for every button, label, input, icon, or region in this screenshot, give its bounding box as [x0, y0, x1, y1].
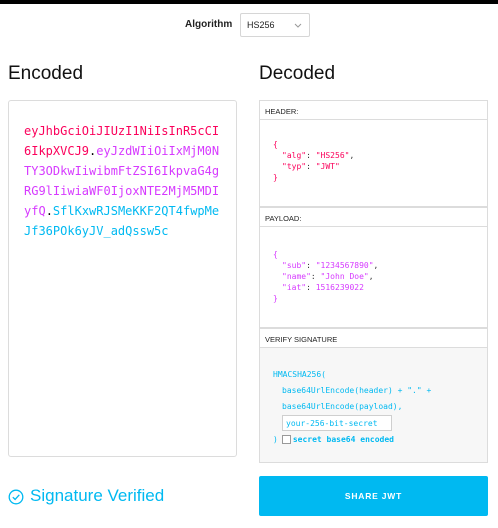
header-json-editor[interactable]: { "alg": "HS256", "typ": "JWT" } [259, 119, 488, 207]
json-value: "JWT" [315, 162, 340, 171]
json-open-brace: { [273, 250, 278, 259]
json-key: "typ" [282, 162, 307, 171]
secret-base64-label[interactable]: secret base64 encoded [293, 435, 394, 444]
verify-line: HMACSHA256( [273, 370, 326, 379]
json-value: 1516239022 [315, 283, 364, 292]
json-value: "John Doe" [320, 272, 369, 281]
json-row-sub: "sub": "1234567890", [282, 261, 379, 270]
json-close-brace: } [273, 173, 278, 182]
verify-section-title: VERIFY SIGNATURE [259, 328, 488, 347]
chevron-down-icon [294, 23, 302, 28]
verify-close-row: ) secret base64 encoded [273, 432, 431, 448]
encoded-token-editor[interactable]: eyJhbGciOiJIUzI1NiIsInR5cCI6IkpXVCJ9.eyJ… [8, 100, 237, 457]
payload-json: { "sub": "1234567890", "name": "John Doe… [273, 249, 378, 304]
header-json: { "alg": "HS256", "typ": "JWT" } [273, 139, 354, 183]
secret-base64-checkbox[interactable] [281, 434, 291, 444]
decoded-heading: Decoded [259, 63, 336, 84]
json-key: "alg" [282, 151, 307, 160]
algorithm-label: Algorithm [185, 19, 233, 30]
verify-code: HMACSHA256( base64UrlEncode(header) + ".… [273, 367, 431, 448]
algorithm-select[interactable]: HS256 [240, 13, 310, 37]
share-jwt-button[interactable]: SHARE JWT [259, 476, 488, 516]
signature-status-text: Signature Verified [30, 486, 165, 505]
encoded-token[interactable]: eyJhbGciOiJIUzI1NiIsInR5cCI6IkpXVCJ9.eyJ… [24, 121, 224, 241]
json-value: "HS256" [315, 151, 350, 160]
json-open-brace: { [273, 140, 278, 149]
decoded-panel: HEADER: { "alg": "HS256", "typ": "JWT" }… [259, 100, 488, 463]
encoded-heading: Encoded [8, 63, 84, 84]
verify-line: base64UrlEncode(header) + "." + [282, 386, 432, 395]
json-row-typ: "typ": "JWT" [282, 162, 340, 171]
header-section-title: HEADER: [259, 100, 488, 119]
payload-section-title: PAYLOAD: [259, 207, 488, 226]
json-row-iat: "iat": 1516239022 [282, 283, 364, 292]
verify-signature-panel: HMACSHA256( base64UrlEncode(header) + ".… [259, 347, 488, 463]
secret-input[interactable] [282, 415, 392, 431]
algorithm-row: Algorithm HS256 [0, 13, 498, 39]
check-circle-icon [8, 489, 24, 505]
json-key: "sub" [282, 261, 307, 270]
verify-close-paren: ) [273, 434, 278, 444]
json-value: "1234567890" [315, 261, 374, 270]
token-dot: . [45, 204, 53, 218]
token-signature-part: SflKxwRJSMeKKF2QT4fwpMeJf36POk6yJV_adQss… [24, 204, 220, 238]
json-close-brace: } [273, 294, 278, 303]
top-bar [0, 0, 498, 4]
verify-line: base64UrlEncode(payload), [282, 402, 403, 411]
json-key: "name" [282, 272, 311, 281]
algorithm-selected-value: HS256 [247, 20, 275, 30]
secret-row [273, 415, 431, 432]
json-row-name: "name": "John Doe", [282, 272, 374, 281]
payload-json-editor[interactable]: { "sub": "1234567890", "name": "John Doe… [259, 226, 488, 328]
json-key: "iat" [282, 283, 307, 292]
json-row-alg: "alg": "HS256", [282, 151, 355, 160]
